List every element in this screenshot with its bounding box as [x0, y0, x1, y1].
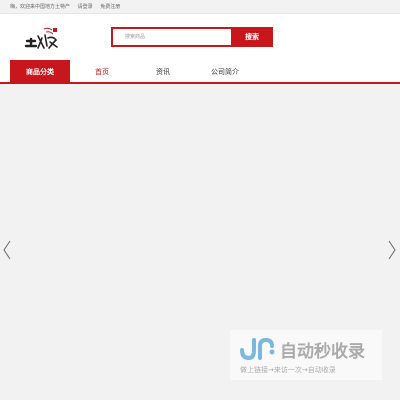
search-bar: 搜索	[111, 27, 273, 47]
logo-calligraphy-icon	[24, 27, 58, 49]
chevron-right-icon	[388, 240, 396, 260]
nav-item-news[interactable]: 资讯	[156, 60, 170, 84]
top-bar: 嗨，欢迎来中国地方土特产 请登录 免费注册	[0, 0, 400, 14]
nav-item-about[interactable]: 公司简介	[211, 60, 239, 84]
search-button[interactable]: 搜索	[231, 27, 273, 47]
main-nav: 商品分类 首页 资讯 公司简介	[0, 60, 400, 84]
top-bar-links: 嗨，欢迎来中国地方土特产 请登录 免费注册	[10, 3, 126, 10]
carousel-next-button[interactable]	[387, 240, 397, 260]
watermark-logo-icon	[240, 337, 275, 360]
register-link[interactable]: 免费注册	[100, 4, 120, 10]
welcome-text: 嗨，欢迎来中国地方土特产	[10, 4, 71, 10]
watermark-title: 自动秒收录	[280, 342, 365, 362]
carousel-prev-button[interactable]	[2, 240, 12, 260]
product-category-button[interactable]: 商品分类	[10, 60, 70, 84]
header: 搜索	[0, 14, 400, 60]
chevron-left-icon	[3, 240, 11, 260]
search-input[interactable]	[111, 27, 231, 47]
nav-item-home[interactable]: 首页	[95, 60, 109, 84]
watermark-subtitle: 做上链接→来访一次→自动收录	[240, 366, 336, 374]
watermark: 自动秒收录 做上链接→来访一次→自动收录	[230, 330, 382, 380]
login-link[interactable]: 请登录	[78, 4, 93, 10]
site-logo[interactable]	[22, 26, 60, 54]
